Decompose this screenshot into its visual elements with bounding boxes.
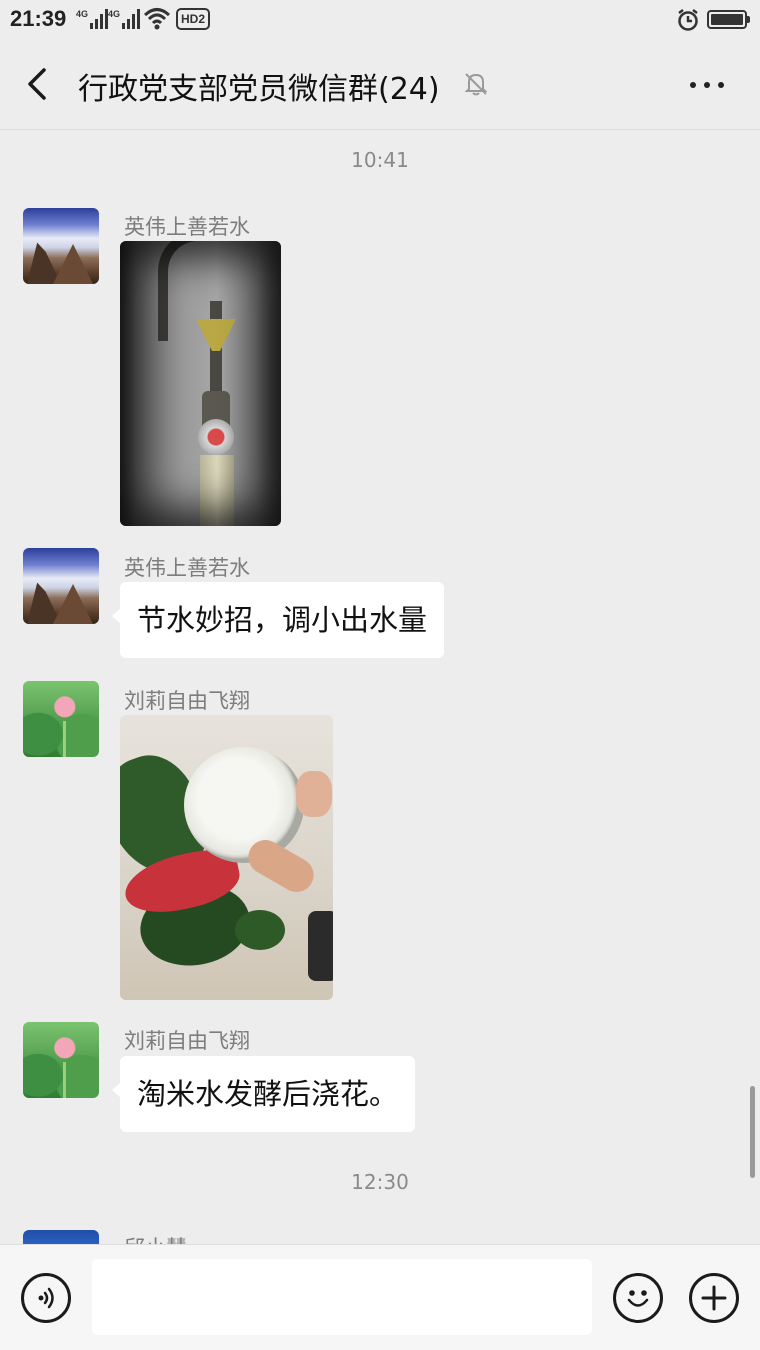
more-dots-icon[interactable] bbox=[684, 66, 730, 102]
blue-avatar[interactable] bbox=[23, 1230, 99, 1244]
status-time: 21:39 bbox=[10, 6, 67, 31]
lotus-avatar[interactable] bbox=[23, 681, 99, 757]
pipe-valve-photo[interactable] bbox=[120, 241, 281, 526]
mountain-avatar[interactable] bbox=[23, 208, 99, 284]
sender-name: 邱小慧 bbox=[124, 1232, 187, 1244]
sender-name: 英伟上善若水 bbox=[124, 556, 250, 580]
input-bar bbox=[0, 1244, 760, 1350]
alarm-icon bbox=[678, 9, 698, 31]
nav-bar: 行政党支部党员微信群(24) bbox=[0, 40, 760, 130]
chat-title: 行政党支部党员微信群(24) bbox=[78, 72, 440, 107]
scrollbar[interactable] bbox=[750, 1086, 755, 1178]
message-bubble[interactable]: 淘米水发酵后浇花。 bbox=[111, 1056, 416, 1132]
voice-icon[interactable] bbox=[21, 1273, 71, 1323]
message-input[interactable] bbox=[92, 1259, 592, 1335]
sender-name: 刘莉自由飞翔 bbox=[124, 1029, 250, 1053]
signal-label-2: 4G bbox=[108, 9, 121, 19]
hd-badge: HD2 bbox=[176, 8, 210, 30]
mountain-avatar[interactable] bbox=[23, 548, 99, 624]
emoji-icon[interactable] bbox=[613, 1273, 663, 1323]
timestamp: 10:41 bbox=[351, 148, 409, 172]
cell-signal-icon-2: 4G bbox=[108, 9, 140, 29]
timestamp: 12:30 bbox=[351, 1170, 409, 1194]
chevron-left-icon[interactable] bbox=[22, 64, 58, 104]
signal-label: 4G bbox=[76, 9, 89, 19]
message-bubble[interactable]: 节水妙招，调小出水量 bbox=[111, 582, 445, 658]
rice-water-plant-photo[interactable] bbox=[120, 715, 333, 1000]
cell-signal-icon: 4G bbox=[76, 9, 108, 29]
plus-icon[interactable] bbox=[689, 1273, 739, 1323]
bell-off-icon bbox=[464, 73, 488, 96]
wifi-icon bbox=[143, 8, 171, 30]
battery-icon bbox=[707, 10, 750, 29]
sender-name: 刘莉自由飞翔 bbox=[124, 689, 250, 713]
status-bar: 21:39 4G 4G HD2 bbox=[0, 0, 760, 40]
lotus-avatar[interactable] bbox=[23, 1022, 99, 1098]
sender-name: 英伟上善若水 bbox=[124, 215, 250, 239]
